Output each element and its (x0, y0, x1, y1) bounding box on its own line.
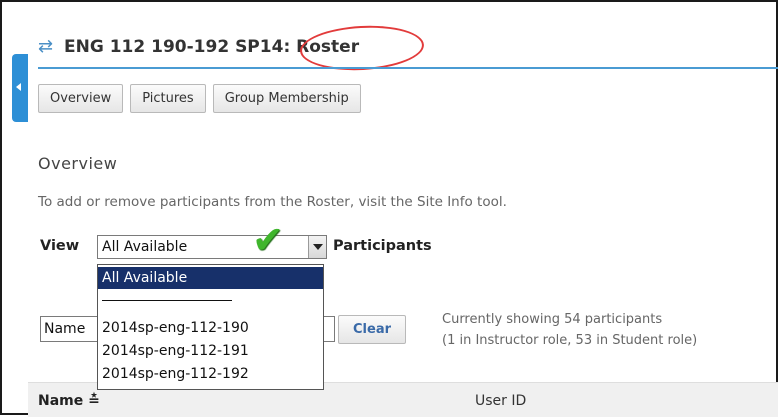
participants-label: Participants (333, 238, 432, 254)
collapse-sidebar-tab[interactable] (12, 54, 28, 122)
section-title: Overview (38, 154, 118, 173)
view-select-value: All Available (102, 239, 188, 255)
title-divider (38, 67, 778, 69)
checkmark-icon: ✔ (252, 218, 284, 262)
status-line-1: Currently showing 54 participants (442, 312, 663, 327)
view-dropdown-list: All Available 2014sp-eng-112-190 2014sp-… (97, 264, 324, 390)
site-title: ENG 112 190-192 SP14 (64, 37, 284, 57)
status-line-2: (1 in Instructor role, 53 in Student rol… (442, 333, 698, 348)
clear-button[interactable]: Clear (338, 315, 406, 344)
participant-count-status: Currently showing 54 participants (1 in … (442, 309, 697, 351)
arrow-left-icon (16, 83, 21, 91)
dropdown-option-section-192[interactable]: 2014sp-eng-112-192 (98, 363, 323, 385)
column-header-userid[interactable]: User ID (475, 393, 526, 409)
view-filter-row: View All Available Participants ✔ (38, 221, 638, 261)
roster-page: ⇄ ENG 112 190-192 SP14: Roster Overview … (0, 0, 778, 417)
title-separator: : (283, 37, 297, 57)
view-label: View (40, 238, 80, 254)
tab-pictures[interactable]: Pictures (130, 84, 206, 113)
dropdown-option-section-190[interactable]: 2014sp-eng-112-190 (98, 317, 323, 339)
swap-arrows-icon[interactable]: ⇄ (38, 36, 53, 57)
tab-group-membership[interactable]: Group Membership (212, 84, 361, 113)
dropdown-option-section-191[interactable]: 2014sp-eng-112-191 (98, 340, 323, 362)
chevron-down-icon[interactable] (308, 236, 326, 258)
column-header-name[interactable]: Name ≛ (38, 393, 100, 409)
annotation-circle (298, 22, 426, 74)
intro-text: To add or remove participants from the R… (38, 194, 507, 210)
tab-overview[interactable]: Overview (38, 84, 124, 113)
dropdown-option-all-available[interactable]: All Available (98, 267, 323, 289)
dropdown-separator (102, 300, 232, 301)
tool-tabs: Overview Pictures Group Membership (38, 84, 361, 113)
view-select[interactable]: All Available (97, 235, 327, 259)
